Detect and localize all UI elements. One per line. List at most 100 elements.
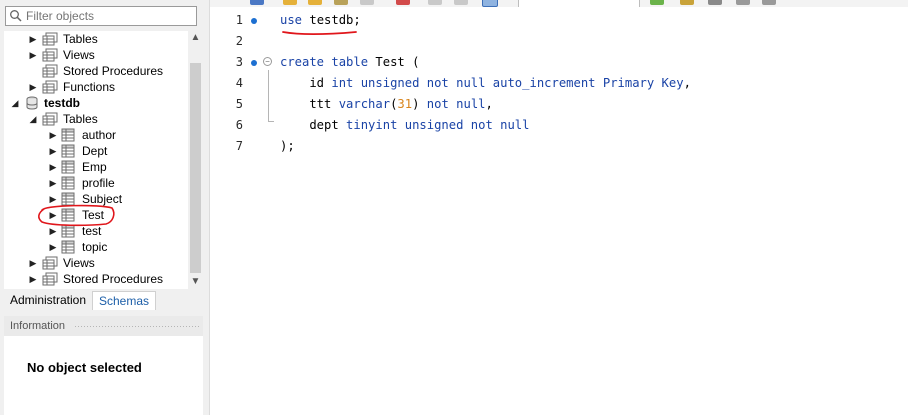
expand-arrow-icon[interactable]: ▶ — [28, 271, 38, 287]
line-number: 3 — [235, 55, 243, 69]
tree-item-label: profile — [82, 176, 115, 190]
tab-administration[interactable]: Administration — [4, 291, 93, 309]
tree-item-label: test — [82, 224, 102, 238]
navigator-panel: ▶ Tables ▶ Views Stored Procedures ▶ Functions… — [0, 0, 210, 415]
code-token: , — [485, 97, 493, 111]
beautify-icon[interactable] — [680, 0, 694, 5]
grip-dots — [74, 325, 199, 328]
line-number: 1 — [235, 13, 243, 27]
code-line[interactable]: 4 id int unsigned not null auto_incremen… — [210, 73, 908, 94]
expand-arrow-icon[interactable]: ▶ — [28, 31, 38, 47]
line-number: 6 — [235, 118, 243, 132]
expand-arrow-icon[interactable]: ▶ — [48, 191, 58, 207]
invisible-chars-icon[interactable] — [736, 0, 750, 5]
autocommit-icon[interactable] — [482, 0, 498, 7]
tree-item-label: Stored Procedures — [63, 64, 164, 78]
expand-arrow-icon[interactable]: ▶ — [28, 79, 38, 95]
stop-icon[interactable] — [360, 0, 374, 5]
tables-folder-icon — [42, 32, 58, 46]
tables-folder-icon — [42, 112, 58, 126]
code-text: id int unsigned not null auto_increment … — [280, 73, 691, 94]
rollback-icon[interactable] — [454, 0, 468, 5]
tree-item[interactable]: Stored Procedures — [4, 63, 188, 79]
expand-arrow-icon[interactable]: ▶ — [28, 255, 38, 271]
tree-item[interactable]: ▶ Functions — [4, 79, 188, 95]
tree-item[interactable]: ▶ Tables — [4, 31, 188, 47]
toggle-error-icon[interactable] — [396, 0, 410, 5]
tree-item[interactable]: ▶ Stored Procedures — [4, 271, 188, 287]
table-icon — [61, 208, 75, 222]
filter-objects-input[interactable] — [26, 8, 192, 24]
code-text: create table Test ( — [280, 52, 419, 73]
tree-item-label: testdb — [44, 96, 80, 110]
code-token: create table — [280, 55, 369, 69]
search-icon — [10, 10, 22, 22]
tree-item[interactable]: ◢ Tables — [4, 111, 188, 127]
limit-rows-select[interactable] — [518, 0, 640, 7]
tree-item[interactable]: ▶ Views — [4, 47, 188, 63]
tree-item-label: Subject — [82, 192, 123, 206]
code-token: not null — [426, 97, 486, 111]
execute-icon[interactable] — [283, 0, 297, 5]
tree-item-label: topic — [82, 240, 108, 254]
code-line[interactable]: 1 use testdb; — [210, 10, 908, 31]
tree-item[interactable]: ▶ topic — [4, 239, 188, 255]
code-line[interactable]: 7); — [210, 136, 908, 157]
tab-schemas[interactable]: Schemas — [92, 291, 157, 310]
tree-item-label: Dept — [82, 144, 108, 158]
tables-folder-icon — [42, 48, 58, 62]
code-line[interactable]: 2 — [210, 31, 908, 52]
tables-folder-icon — [42, 80, 58, 94]
tree-item[interactable]: ▶ Emp — [4, 159, 188, 175]
code-line[interactable]: 6 dept tinyint unsigned not null — [210, 115, 908, 136]
information-header[interactable]: Information — [4, 316, 203, 336]
tree-item-label: Test — [82, 208, 105, 222]
tree-item[interactable]: ◢ testdb — [4, 95, 188, 111]
table-icon — [61, 240, 75, 254]
line-number: 5 — [235, 97, 243, 111]
explain-icon[interactable] — [334, 0, 348, 5]
table-icon — [61, 176, 75, 190]
tree-item[interactable]: ▶ Test — [4, 207, 188, 223]
database-icon — [26, 96, 38, 110]
scroll-down-arrow[interactable]: ▼ — [188, 275, 203, 289]
line-number: 2 — [235, 34, 243, 48]
scroll-up-arrow[interactable]: ▲ — [188, 31, 203, 45]
expand-arrow-icon[interactable]: ▶ — [48, 239, 58, 255]
collapse-arrow-icon[interactable]: ◢ — [10, 95, 20, 111]
sql-editor[interactable]: 1 use testdb; 2 3 − create table Test (4 id i… — [210, 7, 908, 415]
fold-toggle-icon[interactable]: − — [263, 57, 272, 66]
code-token: dept — [280, 118, 347, 132]
collapse-arrow-icon[interactable]: ◢ — [28, 111, 38, 127]
find-icon[interactable] — [708, 0, 722, 5]
table-icon — [61, 144, 75, 158]
code-line[interactable]: 5 ttt varchar(31) not null, — [210, 94, 908, 115]
tree-item[interactable]: ▶ Dept — [4, 143, 188, 159]
editor-toolbar — [210, 0, 908, 7]
save-script-icon[interactable] — [250, 0, 264, 5]
expand-arrow-icon[interactable]: ▶ — [48, 207, 58, 223]
expand-arrow-icon[interactable]: ▶ — [48, 175, 58, 191]
execute-current-icon[interactable] — [308, 0, 322, 5]
code-text: use testdb; — [280, 10, 361, 31]
expand-arrow-icon[interactable]: ▶ — [28, 47, 38, 63]
expand-arrow-icon[interactable]: ▶ — [48, 223, 58, 239]
tree-item[interactable]: ▶ author — [4, 127, 188, 143]
tree-item-label: Stored Procedures — [63, 272, 164, 286]
scroll-thumb[interactable] — [190, 63, 201, 273]
tree-item[interactable]: ▶ profile — [4, 175, 188, 191]
tree-item[interactable]: ▶ test — [4, 223, 188, 239]
filter-objects-field[interactable] — [5, 6, 197, 26]
tree-item[interactable]: ▶ Views — [4, 255, 188, 271]
schema-tree[interactable]: ▶ Tables ▶ Views Stored Procedures ▶ Functions… — [4, 31, 188, 289]
add-snippet-icon[interactable] — [650, 0, 664, 5]
tree-item-label: author — [82, 128, 117, 142]
expand-arrow-icon[interactable]: ▶ — [48, 143, 58, 159]
code-line[interactable]: 3 − create table Test ( — [210, 52, 908, 73]
commit-icon[interactable] — [428, 0, 442, 5]
expand-arrow-icon[interactable]: ▶ — [48, 159, 58, 175]
expand-arrow-icon[interactable]: ▶ — [48, 127, 58, 143]
tree-scrollbar[interactable]: ▲ ▼ — [188, 31, 203, 289]
tree-item[interactable]: ▶ Subject — [4, 191, 188, 207]
wrap-lines-icon[interactable] — [762, 0, 776, 5]
